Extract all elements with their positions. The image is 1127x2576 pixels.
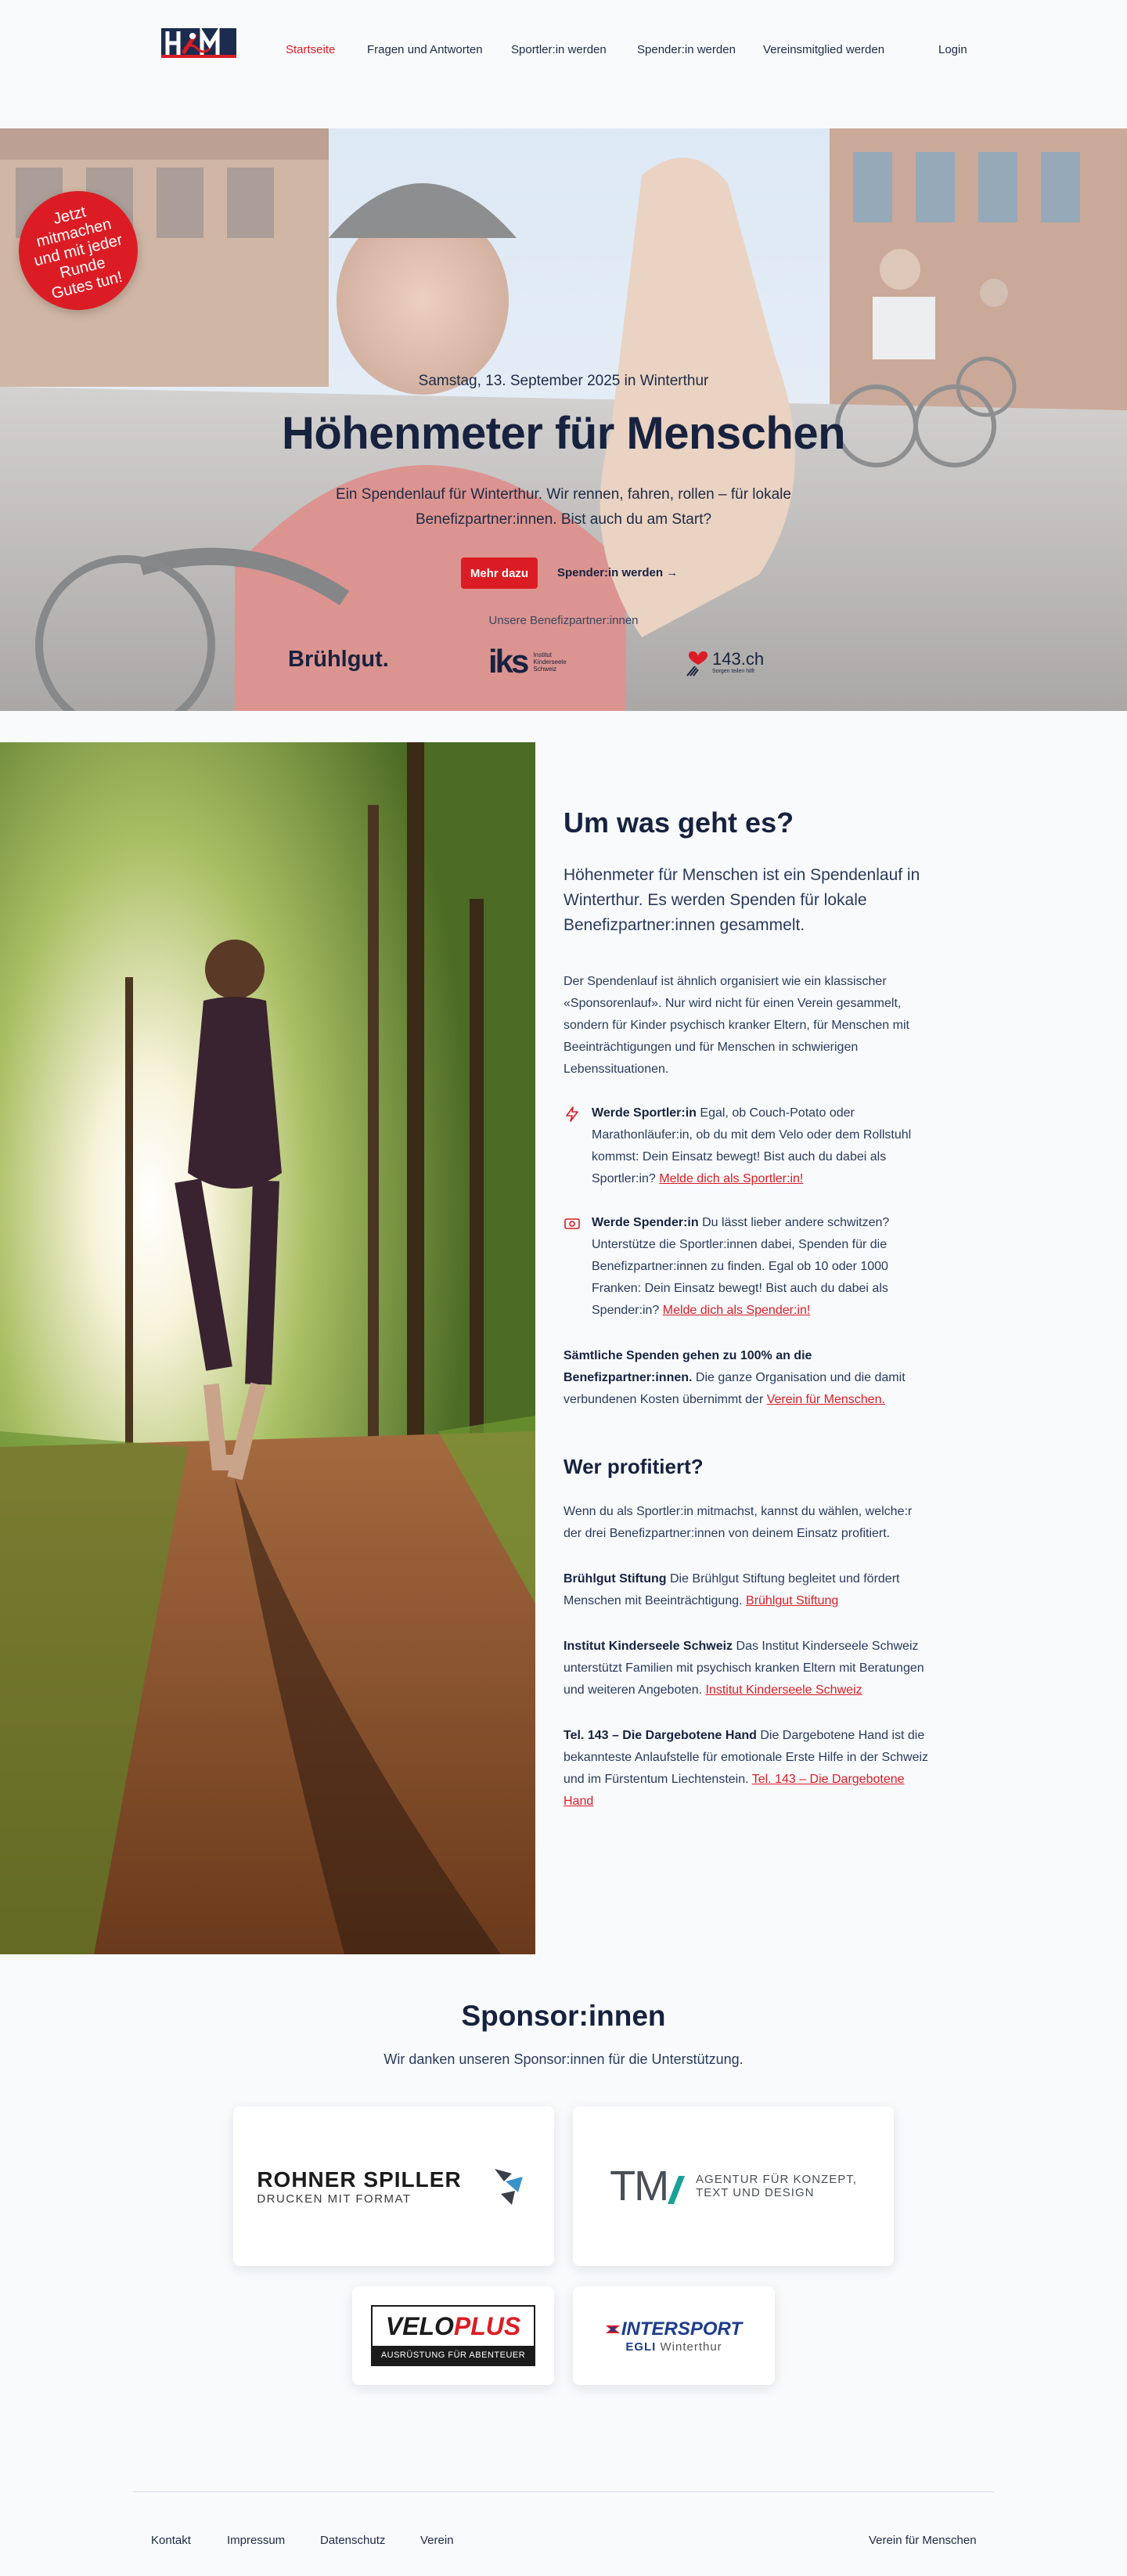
veloplus-plus: PLUS — [453, 2312, 521, 2340]
heart-hand-icon — [686, 651, 708, 676]
about-title: Um was geht es? — [564, 806, 794, 839]
rohner-wordmark: ROHNER SPILLER DRUCKEN MIT FORMAT — [257, 2167, 461, 2206]
footer-link-impressum[interactable]: Impressum — [227, 2534, 285, 2547]
about-section: Um was geht es? Höhenmeter für Menschen … — [564, 806, 931, 1813]
sponsors-title: Sponsor:innen — [461, 2000, 666, 2032]
feature-text: Du lässt lieber andere schwitzen? Unters… — [592, 1216, 890, 1317]
intersport-sub: EGLI Winterthur — [625, 2340, 722, 2354]
intersport-arrow-icon — [605, 2325, 620, 2333]
intersport-sub-city: Winterthur — [656, 2340, 722, 2354]
tel143-wordmark: 143.ch — [712, 648, 765, 669]
partner-logo-bruehlgut[interactable]: Brühlgut. — [288, 644, 389, 675]
about-lead: Höhenmeter für Menschen ist ein Spendenl… — [564, 866, 920, 934]
iks-text-line: Schweiz — [533, 665, 557, 673]
benefit-partner-143: Tel. 143 – Die Dargebotene Hand Die Darg… — [564, 1725, 931, 1813]
footer-link-verein-fuer-menschen[interactable]: Verein für Menschen — [869, 2534, 977, 2547]
nav-login[interactable]: Login — [938, 43, 967, 56]
register-donor-link[interactable]: Melde dich als Spender:in! — [663, 1304, 811, 1317]
nav-sportler[interactable]: Sportler:in werden — [511, 43, 607, 56]
intersport-wordmark: INTERSPORT — [605, 2318, 743, 2340]
hero-lead: Ein Spendenlauf für Winterthur. Wir renn… — [336, 486, 791, 528]
iks-mark: iks — [488, 643, 529, 680]
tm-line: AGENTUR FÜR KONZEPT, — [696, 2173, 857, 2186]
benefit-title: Wer profitiert? — [564, 1455, 704, 1478]
runner-photo — [0, 742, 535, 1954]
tm-mark: TM — [610, 2163, 669, 2210]
verein-link[interactable]: Verein für Menschen. — [767, 1393, 885, 1406]
footer-link-datenschutz[interactable]: Datenschutz — [320, 2534, 385, 2547]
rohner-mark-icon — [494, 2169, 523, 2205]
tel143-text: 143.ch Sorgen teilen hilft — [712, 648, 765, 674]
tm-line: TEXT UND DESIGN — [696, 2186, 815, 2199]
top-navigation: Startseite Fragen und Antworten Sportler… — [0, 0, 1127, 102]
benefit-partner-bruehlgut: Brühlgut Stiftung Die Brühlgut Stiftung … — [564, 1568, 931, 1612]
lightning-icon — [566, 1106, 578, 1122]
about-intro: Der Spendenlauf ist ähnlich organisiert … — [564, 975, 909, 1076]
sponsor-card-veloplus[interactable]: VELOPLUS AUSRÜSTUNG FÜR ABENTEUER — [352, 2286, 554, 2385]
footer-divider — [133, 2491, 994, 2492]
rohner-tagline: DRUCKEN MIT FORMAT — [257, 2192, 412, 2206]
sponsors-subtitle: Wir danken unseren Sponsor:innen für die… — [383, 2051, 744, 2067]
tm-text: AGENTUR FÜR KONZEPT, TEXT UND DESIGN — [696, 2173, 857, 2199]
bruehlgut-wordmark: Brühlgut. — [288, 646, 389, 672]
tm-logo: TM AGENTUR FÜR KONZEPT, TEXT UND DESIGN — [610, 2162, 857, 2210]
tm-slash-icon — [668, 2176, 686, 2204]
benefit-partner-iks: Institut Kinderseele Schweiz Das Institu… — [564, 1636, 931, 1701]
partner-name: Tel. 143 – Die Dargebotene Hand — [564, 1729, 757, 1742]
money-icon — [564, 1218, 580, 1229]
bruehlgut-link[interactable]: Brühlgut Stiftung — [746, 1594, 838, 1607]
feature-title: Werde Spender:in — [592, 1216, 699, 1229]
partner-logo-iks[interactable]: iks Institut Kinderseele Schweiz — [488, 642, 567, 681]
veloplus-velo: VELO — [385, 2312, 454, 2340]
register-athlete-link[interactable]: Melde dich als Sportler:in! — [659, 1172, 803, 1185]
footer-link-verein[interactable]: Verein — [420, 2534, 454, 2547]
intersport-logo: INTERSPORT EGLI Winterthur — [605, 2318, 743, 2354]
hero-section: Jetzt mitmachen und mit jeder Runde Gute… — [0, 128, 1127, 711]
nav-spender[interactable]: Spender:in werden — [637, 43, 736, 56]
nav-faq[interactable]: Fragen und Antworten — [367, 43, 483, 56]
hero-title: Höhenmeter für Menschen — [281, 408, 846, 459]
footer-link-kontakt[interactable]: Kontakt — [151, 2534, 191, 2547]
more-info-button[interactable]: Mehr dazu — [461, 557, 538, 589]
rohner-name: ROHNER SPILLER — [257, 2167, 462, 2192]
become-donor-link[interactable]: Spender:in werden → — [548, 557, 687, 589]
veloplus-tagline: AUSRÜSTUNG FÜR ABENTEUER — [373, 2346, 534, 2365]
benefit-intro: Wenn du als Sportler:in mitmachst, kanns… — [564, 1505, 913, 1540]
tel143-tagline: Sorgen teilen hilft — [712, 668, 755, 674]
veloplus-logo: VELOPLUS AUSRÜSTUNG FÜR ABENTEUER — [371, 2305, 535, 2366]
partner-name: Institut Kinderseele Schweiz — [564, 1640, 733, 1653]
iks-text-line: Kinderseele — [533, 658, 567, 666]
feature-title: Werde Sportler:in — [592, 1106, 697, 1120]
sponsor-card-tm[interactable]: TM AGENTUR FÜR KONZEPT, TEXT UND DESIGN — [573, 2106, 894, 2266]
donation-note: Sämtliche Spenden gehen zu 100% an die B… — [564, 1345, 931, 1411]
nav-vereinsmitglied[interactable]: Vereinsmitglied werden — [763, 43, 884, 56]
feature-spender: Werde Spender:in Du lässt lieber andere … — [564, 1212, 931, 1322]
sponsor-card-rohner-spiller[interactable]: ROHNER SPILLER DRUCKEN MIT FORMAT — [233, 2106, 554, 2266]
runner-illustration — [0, 742, 535, 1954]
partner-logo-143[interactable]: 143.ch Sorgen teilen hilft — [686, 642, 764, 681]
sponsor-card-intersport[interactable]: INTERSPORT EGLI Winterthur — [573, 2286, 775, 2385]
nav-startseite[interactable]: Startseite — [286, 43, 335, 56]
iks-text: Institut Kinderseele Schweiz — [533, 651, 566, 673]
partner-name: Brühlgut Stiftung — [564, 1572, 667, 1586]
iks-link[interactable]: Institut Kinderseele Schweiz — [705, 1683, 862, 1697]
event-date: Samstag, 13. September 2025 in Winterthu… — [418, 373, 709, 389]
iks-text-line: Institut — [533, 651, 552, 658]
intersport-name: INTERSPORT — [621, 2318, 743, 2340]
veloplus-wordmark: VELOPLUS — [373, 2307, 534, 2346]
site-logo[interactable] — [161, 27, 236, 60]
intersport-sub-bold: EGLI — [625, 2340, 657, 2354]
rohner-logo: ROHNER SPILLER DRUCKEN MIT FORMAT — [257, 2164, 530, 2208]
partners-label: Unsere Benefizpartner:innen — [488, 614, 639, 627]
feature-sportler: Werde Sportler:in Egal, ob Couch-Potato … — [564, 1102, 931, 1190]
